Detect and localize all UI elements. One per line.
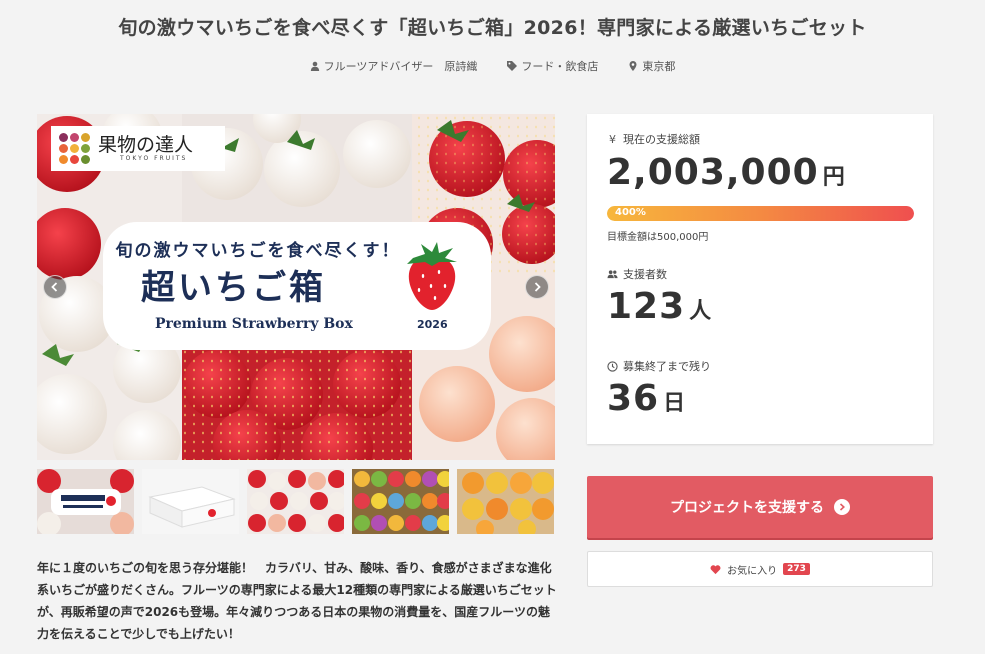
remaining-label: 募集終了まで残り xyxy=(623,360,711,373)
owner-link[interactable]: フルーツアドバイザー 原詩織 xyxy=(310,58,478,74)
hero-image[interactable]: 果物の達人 TOKYO FRUITS 旬の激ウマいちごを食べ尽くす！ 超いちご箱… xyxy=(37,114,555,460)
users-icon xyxy=(607,269,618,278)
banner-tagline: 旬の激ウマいちごを食べ尽くす！ xyxy=(115,241,401,261)
project-meta: フルーツアドバイザー 原詩織 フード・飲食店 東京都 xyxy=(0,58,985,74)
amount-label-row: ¥ 現在の支援総額 xyxy=(607,131,700,147)
progress-fill xyxy=(607,206,914,221)
clock-icon xyxy=(607,360,618,372)
favorite-count-badge: 273 xyxy=(783,563,810,575)
favorite-label: お気に入り xyxy=(727,565,778,577)
location-link[interactable]: 東京都 xyxy=(628,58,675,74)
user-icon xyxy=(310,61,319,71)
supporters-unit: 人 xyxy=(689,299,712,324)
carousel-prev-button[interactable] xyxy=(43,275,67,299)
amount-value-row: 2,003,000 円 xyxy=(607,152,845,193)
logo-mark xyxy=(59,133,90,164)
strawberry-icon xyxy=(407,242,457,310)
amount-value: 2,003,000 xyxy=(607,152,819,193)
logo-sub-text: TOKYO FRUITS xyxy=(120,155,188,162)
category-name: フード・飲食店 xyxy=(521,60,599,73)
thumbnail-3[interactable] xyxy=(247,469,344,534)
map-pin-icon xyxy=(629,61,637,71)
remaining-value-row: 36 日 xyxy=(607,378,685,419)
thumbnail-1[interactable] xyxy=(37,469,134,534)
chevron-left-icon xyxy=(51,282,58,292)
support-project-button[interactable]: プロジェクトを支援する xyxy=(587,476,933,538)
chevron-right-icon xyxy=(534,282,541,292)
arrow-right-circle-icon xyxy=(834,499,850,515)
supporters-value: 123 xyxy=(607,286,686,327)
progress-percent: 400% xyxy=(615,207,646,218)
thumbnail-strip xyxy=(37,469,555,534)
thumbnail-2[interactable] xyxy=(142,469,239,534)
location-name: 東京都 xyxy=(642,60,676,73)
hero-banner: 旬の激ウマいちごを食べ尽くす！ 超いちご箱 Premium Strawberry… xyxy=(103,222,491,350)
supporters-label: 支援者数 xyxy=(623,268,667,281)
remaining-value: 36 xyxy=(607,378,660,419)
remaining-unit: 日 xyxy=(663,391,686,416)
remaining-label-row: 募集終了まで残り xyxy=(607,358,711,374)
banner-year: 2026 xyxy=(417,318,448,331)
owner-name: フルーツアドバイザー 原詩織 xyxy=(323,60,478,73)
amount-unit: 円 xyxy=(822,165,845,190)
banner-title: 超いちご箱 xyxy=(141,268,326,308)
support-button-label: プロジェクトを支援する xyxy=(670,500,824,516)
thumbnail-4[interactable] xyxy=(352,469,449,534)
page-title: 旬の激ウマいちごを食べ尽くす「超いちご箱」2026！専門家による厳選いちごセット xyxy=(118,17,867,39)
category-link[interactable]: フード・飲食店 xyxy=(507,58,598,74)
banner-subtitle: Premium Strawberry Box xyxy=(155,316,353,332)
thumbnail-5[interactable] xyxy=(457,469,554,534)
supporters-value-row: 123 人 xyxy=(607,286,711,327)
favorite-button[interactable]: お気に入り 273 xyxy=(587,551,933,587)
amount-label: 現在の支援総額 xyxy=(623,133,700,146)
heart-icon xyxy=(710,564,721,574)
brand-logo: 果物の達人 TOKYO FRUITS xyxy=(51,126,225,171)
carousel-next-button[interactable] xyxy=(525,275,549,299)
funding-stats-panel: ¥ 現在の支援総額 2,003,000 円 400% 目標金額は500,000円… xyxy=(587,114,933,444)
yen-icon: ¥ xyxy=(609,132,616,146)
funding-progress-bar: 400% xyxy=(607,206,914,221)
supporters-label-row: 支援者数 xyxy=(607,266,667,282)
project-description: 年に１度のいちごの旬を思う存分堪能！ カラバリ、甘み、酸味、香り、食感がさまざま… xyxy=(37,561,557,641)
goal-amount: 目標金額は500,000円 xyxy=(607,232,709,243)
logo-main-text: 果物の達人 xyxy=(98,134,194,156)
tag-icon xyxy=(507,61,518,71)
